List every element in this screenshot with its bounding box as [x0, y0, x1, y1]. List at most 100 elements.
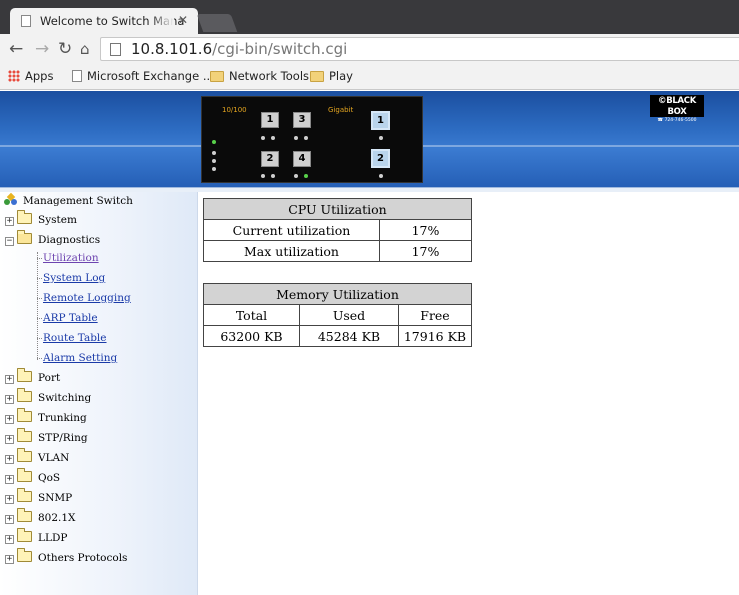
table-row: Max utilization 17%: [203, 240, 472, 262]
port-3[interactable]: 3: [293, 112, 311, 128]
collapse-icon[interactable]: −: [5, 237, 14, 246]
folder-icon: [17, 528, 32, 542]
tree-folder-trunking[interactable]: + Trunking: [5, 408, 87, 425]
memory-table-title: Memory Utilization: [203, 283, 472, 305]
expand-icon[interactable]: +: [5, 495, 14, 504]
address-bar[interactable]: 10.8.101.6/cgi-bin/switch.cgi: [100, 37, 739, 61]
table-row: 63200 KB 45284 KB 17916 KB: [203, 325, 472, 347]
tree-folder-switching[interactable]: + Switching: [5, 388, 91, 405]
port-led: [304, 136, 308, 140]
page-icon: [21, 15, 31, 27]
cpu-current-value: 17%: [379, 219, 472, 241]
expand-icon[interactable]: +: [5, 555, 14, 564]
tree-folder-qos[interactable]: + QoS: [5, 468, 60, 485]
tree-link-arp-table[interactable]: ARP Table: [43, 312, 98, 324]
folder-icon: [17, 428, 32, 442]
folder-icon: [17, 388, 32, 402]
folder-icon: [210, 71, 224, 82]
folder-icon: [310, 71, 324, 82]
port-led: [261, 136, 265, 140]
tree-folder-snmp[interactable]: + SNMP: [5, 488, 72, 505]
close-tab-icon[interactable]: ✕: [178, 13, 188, 27]
status-led: [212, 167, 216, 171]
tree-link-remote-logging[interactable]: Remote Logging: [43, 292, 131, 304]
port-led: [261, 174, 265, 178]
memory-utilization-table: Memory Utilization Total Used Free 63200…: [203, 283, 472, 347]
memory-header-total: Total: [203, 304, 300, 326]
cpu-current-label: Current utilization: [203, 219, 380, 241]
bookmark-apps[interactable]: Apps: [8, 69, 53, 83]
port-1[interactable]: 1: [261, 112, 279, 128]
back-icon[interactable]: ←: [9, 39, 23, 59]
folder-icon: [17, 508, 32, 522]
expand-icon[interactable]: +: [5, 535, 14, 544]
new-tab-button[interactable]: [196, 14, 238, 32]
reload-icon[interactable]: ↻: [58, 39, 72, 59]
port-4[interactable]: 4: [293, 151, 311, 167]
port-led: [294, 174, 298, 178]
sfp-port-1[interactable]: 1: [371, 111, 390, 130]
sfp-port-2[interactable]: 2: [371, 149, 390, 168]
tree-link-route-table[interactable]: Route Table: [43, 332, 107, 344]
management-switch-icon: [4, 192, 17, 206]
power-led: [212, 140, 216, 144]
tree-link-system-log[interactable]: System Log: [43, 272, 105, 284]
table-row: Total Used Free: [203, 304, 472, 326]
folder-icon: [17, 468, 32, 482]
browser-toolbar: ← → ↻ ⌂ 10.8.101.6/cgi-bin/switch.cgi: [0, 34, 739, 64]
port-led: [379, 136, 383, 140]
bookmark-microsoft-exchange[interactable]: Microsoft Exchange ...: [72, 69, 214, 83]
tree-folder-diagnostics[interactable]: − Diagnostics: [5, 230, 100, 247]
expand-icon[interactable]: +: [5, 515, 14, 524]
label-10-100: 10/100: [222, 106, 247, 114]
table-row: Current utilization 17%: [203, 219, 472, 241]
bookmark-play[interactable]: Play: [310, 69, 353, 83]
folder-icon: [17, 548, 32, 562]
cpu-max-label: Max utilization: [203, 240, 380, 262]
expand-icon[interactable]: +: [5, 375, 14, 384]
navigation-tree: Management Switch + System − Diagnostics U…: [0, 192, 198, 595]
tree-root-management-switch[interactable]: Management Switch: [4, 192, 133, 208]
folder-icon: [17, 448, 32, 462]
bookmarks-bar: Apps Microsoft Exchange ... Network Tool…: [0, 64, 739, 90]
black-box-logo: ©BLACK BOX ☎ 724-746-5500: [650, 95, 704, 123]
expand-icon[interactable]: +: [5, 217, 14, 226]
tree-folder-802-1x[interactable]: +802.1X: [5, 508, 76, 525]
port-led: [379, 174, 383, 178]
expand-icon[interactable]: +: [5, 415, 14, 424]
tree-link-utilization[interactable]: Utilization: [43, 252, 99, 264]
browser-tab[interactable]: Welcome to Switch Mana ✕: [10, 8, 198, 35]
expand-icon[interactable]: +: [5, 475, 14, 484]
status-led: [212, 151, 216, 155]
tree-folder-system[interactable]: + System: [5, 210, 77, 227]
url-path: /cgi-bin/switch.cgi: [212, 40, 348, 58]
port-led-active: [304, 174, 308, 178]
tree-link-alarm-setting[interactable]: Alarm Setting: [43, 352, 117, 364]
home-icon[interactable]: ⌂: [80, 39, 90, 59]
memory-free-value: 17916 KB: [398, 325, 472, 347]
memory-header-free: Free: [398, 304, 472, 326]
tree-folder-stp-ring[interactable]: + STP/Ring: [5, 428, 88, 445]
browser-tabstrip: Welcome to Switch Mana ✕: [0, 0, 739, 35]
tree-folder-vlan[interactable]: + VLAN: [5, 448, 69, 465]
expand-icon[interactable]: +: [5, 455, 14, 464]
memory-used-value: 45284 KB: [299, 325, 399, 347]
folder-icon: [17, 408, 32, 422]
forward-icon[interactable]: →: [35, 39, 49, 59]
memory-header-used: Used: [299, 304, 399, 326]
tree-folder-port[interactable]: + Port: [5, 368, 60, 385]
folder-icon: [17, 368, 32, 382]
expand-icon[interactable]: +: [5, 435, 14, 444]
tree-folder-lldp[interactable]: + LLDP: [5, 528, 67, 545]
status-led: [212, 159, 216, 163]
url-host: 10.8.101.6: [131, 40, 213, 58]
tree-folder-others-protocols[interactable]: + Others Protocols: [5, 548, 127, 565]
label-gigabit: Gigabit: [328, 106, 354, 114]
cpu-utilization-table: CPU Utilization Current utilization 17% …: [203, 198, 472, 262]
port-led: [294, 136, 298, 140]
expand-icon[interactable]: +: [5, 395, 14, 404]
port-2[interactable]: 2: [261, 151, 279, 167]
page-icon: [72, 70, 82, 82]
page-icon: [110, 43, 121, 56]
bookmark-network-tools[interactable]: Network Tools: [210, 69, 309, 83]
